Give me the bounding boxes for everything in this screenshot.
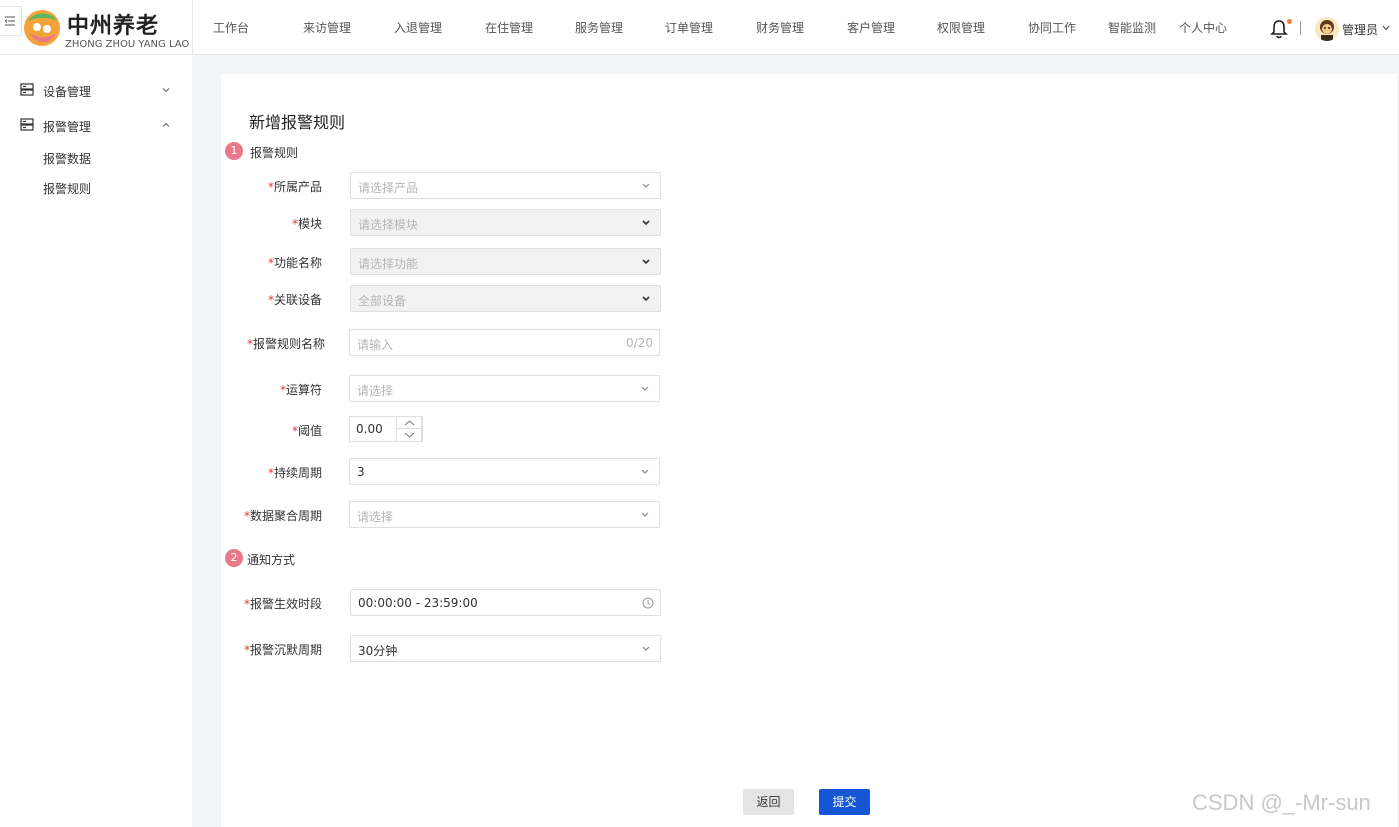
brand-logo[interactable]: 中州养老 ZHONG ZHOU YANG LAO <box>20 4 192 52</box>
avatar-image-icon <box>1315 17 1339 41</box>
threshold-stepper[interactable]: 0.00 <box>349 416 423 442</box>
section-title: 报警规则 <box>250 146 299 160</box>
duration-select[interactable]: 3 <box>349 458 660 485</box>
aggregation-select[interactable]: 请选择 <box>349 501 660 528</box>
aggregation-label: *数据聚合周期 <box>243 509 322 523</box>
sidebar-toggle-button[interactable] <box>0 6 22 36</box>
chevron-down-icon <box>642 183 650 188</box>
chevron-down-icon <box>642 220 650 226</box>
operator-select[interactable]: 请选择 <box>349 375 660 402</box>
effective-period-label: *报警生效时段 <box>243 597 322 611</box>
threshold-label: *阈值 <box>291 424 322 438</box>
nav-item-admission[interactable]: 入退管理 <box>394 19 442 36</box>
nav-item-customers[interactable]: 客户管理 <box>847 19 895 36</box>
watermark: CSDN @_-Mr-sun <box>1192 790 1371 815</box>
duration-label: *持续周期 <box>267 466 322 480</box>
module-placeholder: 请选择模块 <box>358 218 419 232</box>
rule-name-label: *报警规则名称 <box>246 337 325 351</box>
top-header: 中州养老 ZHONG ZHOU YANG LAO 工作台 来访管理 入退管理 在… <box>0 0 1399 55</box>
sidebar-item-label: 报警管理 <box>43 120 92 134</box>
aggregation-placeholder: 请选择 <box>357 510 394 524</box>
module-select[interactable]: 请选择模块 <box>350 209 661 236</box>
character-counter: 0/20 <box>626 336 653 350</box>
chevron-down-icon <box>162 88 170 93</box>
notification-dot <box>1287 19 1292 24</box>
decrement-button[interactable] <box>397 429 422 441</box>
brand-subtitle: ZHONG ZHOU YANG LAO <box>65 39 190 50</box>
nav-item-monitoring[interactable]: 智能监测 <box>1108 19 1156 36</box>
device-label: *关联设备 <box>267 293 322 307</box>
step-badge: 1 <box>225 142 243 160</box>
rule-name-input[interactable]: 请输入 0/20 <box>349 329 660 356</box>
nav-item-profile[interactable]: 个人中心 <box>1179 19 1227 36</box>
function-select[interactable]: 请选择功能 <box>350 248 661 275</box>
sidebar-subitem-alarm-data[interactable]: 报警数据 <box>43 150 91 167</box>
device-select[interactable]: 全部设备 <box>350 285 661 312</box>
stepper-buttons <box>396 416 423 442</box>
server-icon <box>20 83 34 96</box>
increment-button[interactable] <box>397 417 422 429</box>
threshold-value: 0.00 <box>356 422 383 436</box>
section-title: 通知方式 <box>247 553 296 567</box>
chevron-down-icon[interactable] <box>1381 23 1391 33</box>
nav-item-workbench[interactable]: 工作台 <box>213 19 249 36</box>
logo-mark-icon <box>24 10 60 46</box>
product-placeholder: 请选择产品 <box>358 181 419 195</box>
brand-title: 中州养老 <box>67 14 160 39</box>
effective-period-picker[interactable]: 00:00:00 - 23:59:00 <box>350 589 661 616</box>
sidebar-item-label: 设备管理 <box>43 85 92 99</box>
chevron-down-icon <box>641 469 649 474</box>
chevron-down-icon <box>404 432 415 438</box>
submit-button[interactable]: 提交 <box>819 789 870 815</box>
header-separator <box>1300 21 1301 35</box>
sidebar: 设备管理 报警管理 报警数据 报警规则 <box>0 55 192 827</box>
operator-placeholder: 请选择 <box>357 384 394 398</box>
operator-label: *运算符 <box>279 383 322 397</box>
effective-period-value: 00:00:00 - 23:59:00 <box>358 596 478 610</box>
menu-collapse-icon <box>4 16 15 26</box>
silence-period-label: *报警沉默周期 <box>243 643 322 657</box>
nav-item-services[interactable]: 服务管理 <box>575 19 623 36</box>
bell-icon[interactable] <box>1270 19 1288 39</box>
user-name[interactable]: 管理员 <box>1342 21 1378 38</box>
avatar[interactable] <box>1315 17 1339 41</box>
chevron-down-icon <box>642 259 650 265</box>
clock-icon <box>642 597 654 609</box>
silence-period-value: 30分钟 <box>358 644 398 658</box>
product-select[interactable]: 请选择产品 <box>350 172 661 199</box>
nav-item-residents[interactable]: 在住管理 <box>485 19 533 36</box>
device-placeholder: 全部设备 <box>358 294 407 308</box>
chevron-up-icon <box>162 122 170 127</box>
nav-item-collaboration[interactable]: 协同工作 <box>1028 19 1076 36</box>
chevron-up-icon <box>404 420 415 426</box>
product-label: *所属产品 <box>267 180 322 194</box>
duration-value: 3 <box>357 465 365 479</box>
sidebar-subitem-alarm-rules[interactable]: 报警规则 <box>43 180 91 197</box>
back-button[interactable]: 返回 <box>743 789 794 815</box>
nav-item-finance[interactable]: 财务管理 <box>756 19 804 36</box>
nav-item-permissions[interactable]: 权限管理 <box>937 19 985 36</box>
step-badge: 2 <box>225 549 243 567</box>
module-label: *模块 <box>291 217 322 231</box>
chevron-down-icon <box>641 386 649 391</box>
sidebar-item-device-management[interactable]: 设备管理 <box>0 75 192 105</box>
rule-name-placeholder: 请输入 <box>357 338 394 352</box>
server-icon <box>20 118 34 131</box>
function-label: *功能名称 <box>267 256 322 270</box>
nav-item-orders[interactable]: 订单管理 <box>665 19 713 36</box>
chevron-down-icon <box>642 646 650 651</box>
nav-item-visits[interactable]: 来访管理 <box>303 19 351 36</box>
page-title: 新增报警规则 <box>249 113 346 132</box>
chevron-down-icon <box>641 512 649 517</box>
chevron-down-icon <box>642 296 650 302</box>
header-divider <box>192 0 193 55</box>
sidebar-item-alarm-management[interactable]: 报警管理 <box>0 110 192 140</box>
silence-period-select[interactable]: 30分钟 <box>350 635 661 662</box>
function-placeholder: 请选择功能 <box>358 257 419 271</box>
